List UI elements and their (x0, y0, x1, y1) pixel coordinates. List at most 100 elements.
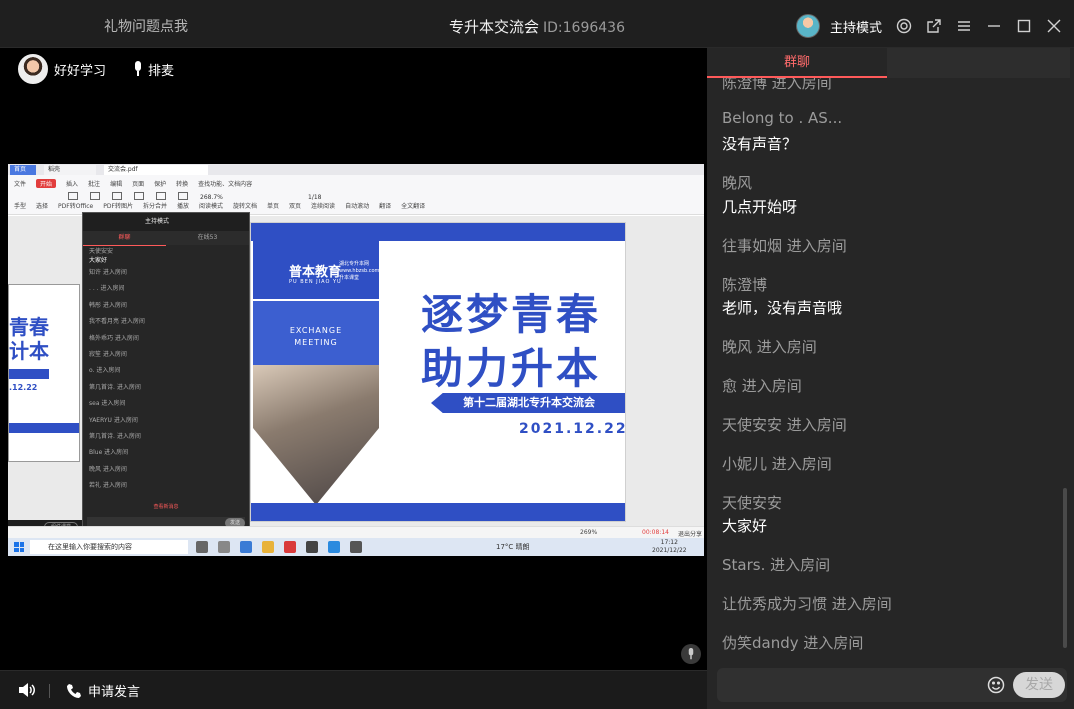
presenter-info: 好好学习 排麦 (18, 54, 174, 84)
mic-status-icon[interactable] (681, 644, 701, 664)
room-id: ID:1696436 (543, 20, 625, 36)
taskbar-icon (284, 541, 296, 553)
screen-tool-pdf-image: PDF转图片 (103, 203, 133, 210)
screen-tool-continuous: 连续阅读 (311, 203, 336, 210)
taskbar-icon (196, 541, 208, 553)
send-button[interactable]: 发送 (1013, 672, 1065, 698)
slide-top-bar (251, 223, 625, 241)
nested-app-window: 主持模式 群聊 在线53 天使安安 大家好 知许 进入房间 . . . 进入房间… (82, 212, 250, 534)
taskbar-icon (240, 541, 252, 553)
screen-menu-page: 页面 (132, 181, 145, 188)
chat-join-notice: 小妮儿 进入房间 (722, 455, 832, 473)
maximize-icon[interactable] (1014, 16, 1034, 36)
list-item: . . . 进入房间 (89, 285, 125, 293)
presenter-avatar[interactable] (18, 54, 48, 84)
tab-secondary[interactable] (887, 48, 1070, 78)
video-area: 好好学习 排麦 首页 稻壳 交流会.pdf 文件 开始 插入 批注 编辑 页面 … (0, 48, 707, 709)
slide-logo-right: 湖北专升本网 www.hbzsb.com 升本课堂 (339, 261, 380, 281)
list-item: 第几首诗. 进入房间 (89, 432, 141, 440)
menu-icon[interactable] (954, 16, 974, 36)
gift-help-link[interactable]: 礼物问题点我 (104, 16, 188, 36)
taskbar-icon (218, 541, 230, 553)
title-bar: 礼物问题点我 专升本交流会 ID:1696436 主持模式 (0, 0, 1074, 48)
taskbar-time: 17:12 (660, 539, 678, 546)
screen-tool-row: 手型 选择 PDF转Office PDF转图片 拆分合并 播放 阅读模式 旋转文… (14, 201, 425, 210)
emoji-icon[interactable] (987, 676, 1005, 694)
list-item: o. 进入房间 (89, 367, 121, 375)
chat-message-text: 没有声音？ (722, 135, 798, 153)
screen-pdf-toolbar: 文件 开始 插入 批注 编辑 页面 保护 转换 查找功能、文档内容 268.7%… (8, 175, 704, 215)
minimize-icon[interactable] (984, 16, 1004, 36)
slide-logo-main: 普本教育 (289, 265, 342, 280)
chat-join-notice: 往事如烟 进入房间 (722, 237, 847, 255)
screen-zoom-value: 268.7% (200, 194, 223, 201)
chat-join-notice: 晚风 进入房间 (722, 338, 817, 356)
chat-panel: 群聊 陈澄博 进入房间 Belong to . AS... 没有声音？ 晚风 几… (707, 48, 1074, 709)
taskbar-icon (350, 541, 362, 553)
screen-menu-insert: 插入 (66, 181, 79, 188)
screen-tab-docer: 稻壳 (44, 165, 96, 175)
nested-chat-list: 天使安安 大家好 知许 进入房间 . . . 进入房间 韩彤 进入房间 我不看月… (89, 247, 245, 494)
list-item: 大家好 (89, 257, 108, 264)
screen-tool-play: 播放 (176, 203, 189, 210)
screen-menu-file: 文件 (14, 181, 27, 188)
nested-new-messages: 查看新消息 (153, 504, 179, 510)
nested-tab-online: 在线53 (197, 234, 218, 241)
bottom-control-bar: 申请发言 (0, 670, 707, 709)
screen-tool-hand: 手型 (14, 203, 27, 210)
slide-logo-sub: PU BEN JIAO YU (289, 279, 342, 285)
chat-scrollbar[interactable] (1063, 488, 1067, 648)
slide-meeting-label: MEETING (294, 338, 338, 347)
chat-join-notice: 让优秀成为习惯 进入房间 (722, 595, 892, 613)
screen-page-number: 1/18 (308, 194, 322, 201)
close-icon[interactable] (1044, 16, 1064, 36)
slide-logo: 普本教育 PU BEN JIAO YU 湖北专升本网 www.hbzsb.com… (253, 241, 379, 299)
screen-browser-tabs: 首页 稻壳 交流会.pdf (8, 164, 704, 175)
screen-menu-search: 查找功能、文档内容 (198, 181, 253, 188)
mic-queue-label: 排麦 (148, 63, 175, 79)
slide-photo (253, 365, 379, 505)
nested-slide-date: .12.22 (9, 383, 38, 392)
screen-tool-single: 单页 (267, 203, 280, 210)
nested-slide-bottom-bar (9, 423, 79, 433)
presenter-name: 好好学习 (54, 63, 107, 79)
screen-tool-full-translate: 全文翻译 (401, 203, 426, 210)
screen-toolbar-icons (68, 192, 188, 200)
chat-message-text: 老师，没有声音哦 (722, 299, 843, 317)
chat-input-field[interactable]: 发送 (717, 668, 1067, 702)
chat-sender-name: Belong to . AS... (722, 109, 843, 127)
taskbar-icon (262, 541, 274, 553)
slide-title-line1: 逐梦青春 (421, 290, 602, 339)
list-item: 我不看月亮 进入房间 (89, 318, 145, 326)
apply-speak-button[interactable]: 申请发言 (66, 681, 140, 700)
chat-join-notice: 陈澄博 进入房间 (722, 78, 832, 92)
host-avatar[interactable] (795, 14, 820, 38)
screen-status-zoom: 269% (580, 529, 598, 536)
chat-message-list[interactable]: 陈澄博 进入房间 Belong to . AS... 没有声音？ 晚风 几点开始… (707, 78, 1063, 666)
chat-message-text: 大家好 (722, 517, 768, 535)
presentation-slide: 普本教育 PU BEN JIAO YU 湖北专升本网 www.hbzsb.com… (250, 222, 626, 522)
screen-menu-convert: 转换 (176, 181, 189, 188)
speaker-icon[interactable] (18, 682, 36, 698)
list-item: YAERYU 进入房间 (89, 416, 138, 424)
title-bar-controls: 主持模式 (795, 14, 1064, 38)
slide-title-line2: 助力升本 (421, 344, 602, 393)
chat-sender-name: 陈澄博 (722, 276, 768, 294)
settings-icon[interactable] (894, 16, 914, 36)
screen-menu-edit: 编辑 (110, 181, 123, 188)
popout-icon[interactable] (924, 16, 944, 36)
screen-menu-start: 开始 (36, 179, 57, 188)
screen-tool-rotate: 旋转文档 (233, 203, 258, 210)
tab-group-chat[interactable]: 群聊 (707, 48, 887, 78)
host-mode-label[interactable]: 主持模式 (830, 17, 882, 36)
nested-tab-chat: 群聊 (83, 231, 166, 246)
slide-date: 2021.12.22 (519, 421, 626, 437)
taskbar-icon (306, 541, 318, 553)
nested-window-tabs: 群聊 在线53 (83, 231, 249, 246)
list-item: 天使安安 (89, 248, 114, 255)
list-item: 韩彤 进入房间 (89, 301, 127, 309)
screen-tool-autoscroll: 自动滚动 (345, 203, 370, 210)
list-item: 晚风 进入房间 (89, 465, 127, 473)
mic-queue-button[interactable]: 排麦 (132, 60, 174, 79)
chat-join-notice: Stars. 进入房间 (722, 556, 831, 574)
